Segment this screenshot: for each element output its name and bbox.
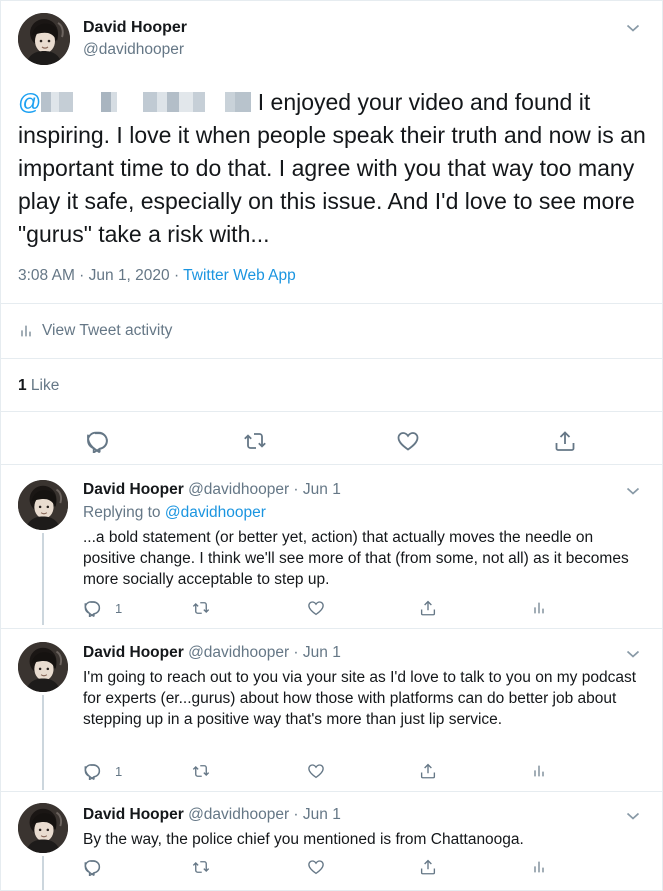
reply-header: David Hooper @davidhooper · Jun 1 [83, 481, 341, 499]
author-name[interactable]: David Hooper [83, 644, 184, 661]
mention-at[interactable]: @ [18, 89, 41, 115]
retweet-icon[interactable] [192, 599, 210, 617]
share-icon[interactable] [553, 429, 577, 453]
reply-header: David Hooper @davidhooper · Jun 1 [83, 644, 341, 662]
chevron-down-icon[interactable] [626, 649, 640, 659]
reply-text: By the way, the police chief you mention… [83, 831, 524, 848]
analytics-icon[interactable] [531, 859, 547, 875]
avatar[interactable] [18, 480, 68, 530]
tweet-meta: 3:08 AM · Jun 1, 2020 · Twitter Web App [18, 267, 296, 285]
like-label: Like [26, 377, 60, 394]
author-handle[interactable]: @davidhooper [83, 41, 184, 59]
divider [0, 791, 663, 792]
avatar[interactable] [18, 13, 70, 65]
avatar[interactable] [18, 803, 68, 853]
thread-line [42, 695, 44, 790]
divider [0, 464, 663, 465]
author-name[interactable]: David Hooper [83, 481, 184, 498]
redacted-mention [41, 91, 252, 112]
chevron-down-icon[interactable] [626, 23, 640, 33]
reply-text: ...a bold statement (or better yet, acti… [83, 529, 629, 588]
divider [0, 358, 663, 359]
retweet-icon[interactable] [192, 858, 210, 876]
like-count: 1 [18, 377, 27, 394]
view-activity-label: View Tweet activity [42, 322, 173, 339]
reply-count: 1 [115, 764, 123, 779]
divider [0, 628, 663, 629]
author-handle-date[interactable]: @davidhooper · Jun 1 [184, 644, 341, 661]
likes-summary[interactable]: 1 Like [18, 377, 59, 395]
heart-icon[interactable] [307, 762, 325, 780]
replying-to-link[interactable]: @davidhooper [165, 504, 266, 521]
tweet-body: I enjoyed your video and found it inspir… [18, 89, 646, 247]
reply-header: David Hooper @davidhooper · Jun 1 [83, 806, 341, 824]
analytics-icon[interactable] [531, 600, 547, 616]
divider [0, 411, 663, 412]
share-icon[interactable] [419, 858, 437, 876]
author-handle-date[interactable]: @davidhooper · Jun 1 [184, 806, 341, 823]
retweet-icon[interactable] [192, 762, 210, 780]
heart-icon[interactable] [307, 599, 325, 617]
thread-line [42, 533, 44, 625]
analytics-icon [18, 323, 34, 339]
analytics-icon[interactable] [531, 763, 547, 779]
reply-icon[interactable] [85, 429, 109, 453]
tweet-text: @ I enjoyed your video and found it insp… [18, 86, 648, 251]
view-activity-link[interactable]: View Tweet activity [18, 322, 172, 340]
chevron-down-icon[interactable] [626, 811, 640, 821]
author-handle-date[interactable]: @davidhooper · Jun 1 [184, 481, 341, 498]
avatar[interactable] [18, 642, 68, 692]
timestamp[interactable]: 3:08 AM · Jun 1, 2020 · [18, 267, 183, 284]
share-icon[interactable] [419, 762, 437, 780]
reply-count: 1 [115, 601, 123, 616]
heart-icon[interactable] [396, 429, 420, 453]
chevron-down-icon[interactable] [626, 486, 640, 496]
replying-label: Replying to [83, 504, 165, 521]
author-name[interactable]: David Hooper [83, 806, 184, 823]
divider [0, 303, 663, 304]
reply-icon[interactable] [83, 858, 101, 876]
reply-text: I'm going to reach out to you via your s… [83, 669, 637, 728]
source-app[interactable]: Twitter Web App [183, 267, 296, 284]
share-icon[interactable] [419, 599, 437, 617]
replying-to: Replying to @davidhooper [83, 504, 266, 522]
retweet-icon[interactable] [243, 429, 267, 453]
heart-icon[interactable] [307, 858, 325, 876]
thread-line [42, 856, 44, 890]
author-name[interactable]: David Hooper [83, 19, 187, 37]
reply-icon[interactable] [83, 762, 101, 780]
reply-icon[interactable] [83, 599, 101, 617]
